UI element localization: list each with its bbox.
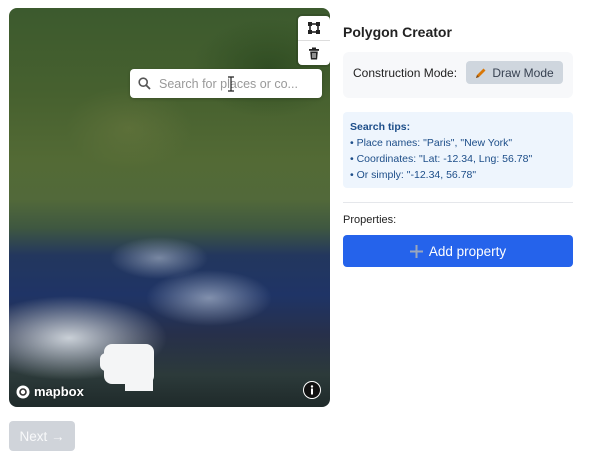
search-box <box>130 69 322 98</box>
draw-polygon-button[interactable] <box>298 16 330 40</box>
draw-controls <box>298 16 330 65</box>
text-cursor-icon <box>228 76 234 92</box>
search-tip-item: • Or simply: "-12.34, 56.78" <box>350 169 477 181</box>
divider <box>343 202 573 203</box>
search-tip-item: • Place names: "Paris", "New York" <box>350 137 513 149</box>
add-property-button[interactable]: Add property <box>343 235 573 267</box>
mapbox-logo-text: mapbox <box>34 384 84 399</box>
search-icon <box>138 77 151 90</box>
trash-button[interactable] <box>298 40 330 65</box>
trash-icon <box>309 47 319 59</box>
plus-icon <box>409 244 423 258</box>
map-cloud <box>100 353 120 371</box>
pencil-icon <box>476 68 486 78</box>
map-terrain <box>9 8 330 208</box>
construction-mode-label: Construction Mode: <box>353 66 458 80</box>
add-property-label: Add property <box>428 243 507 259</box>
map-cloud <box>125 351 153 391</box>
mapbox-icon <box>16 385 30 398</box>
attribution-button[interactable] <box>303 381 321 399</box>
search-tips-box: Search tips: • Place names: "Paris", "Ne… <box>343 112 573 188</box>
properties-label: Properties: <box>343 214 397 226</box>
polygon-icon <box>308 22 320 34</box>
draw-mode-label: Draw Mode <box>492 65 554 80</box>
mapbox-logo[interactable]: mapbox <box>16 384 84 399</box>
info-icon <box>304 382 320 398</box>
construction-mode-box: Construction Mode: Draw Mode <box>343 52 573 98</box>
search-tip-item: • Coordinates: "Lat: -12.34, Lng: 56.78" <box>350 153 533 165</box>
next-button[interactable]: Next → <box>9 421 75 451</box>
map-canvas[interactable]: mapbox <box>9 8 330 407</box>
draw-mode-button[interactable]: Draw Mode <box>466 61 563 84</box>
search-tips-title: Search tips: <box>350 121 411 133</box>
panel-title: Polygon Creator <box>343 24 452 40</box>
